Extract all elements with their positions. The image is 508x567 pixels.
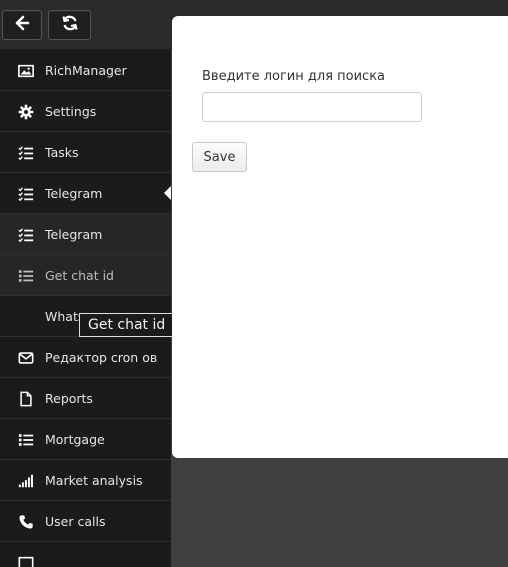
- phone-icon: [17, 513, 35, 531]
- list-icon: [17, 267, 35, 285]
- sidebar-item-tasks[interactable]: Tasks: [0, 132, 171, 173]
- sidebar-item-label: RichManager: [45, 63, 127, 78]
- sidebar-item-user-calls[interactable]: User calls: [0, 501, 171, 542]
- list-icon: [17, 431, 35, 449]
- sidebar: RichManager Settings Tasks Telegram Tele…: [0, 50, 171, 567]
- gear-icon: [17, 103, 35, 121]
- sidebar-item-telegram[interactable]: Telegram: [0, 173, 171, 214]
- sidebar-item-reports[interactable]: Reports: [0, 378, 171, 419]
- back-button[interactable]: [2, 10, 42, 40]
- checklist-icon: [17, 226, 35, 244]
- checklist-icon: [17, 185, 35, 203]
- refresh-button[interactable]: [48, 10, 91, 40]
- login-search-input[interactable]: [202, 92, 422, 122]
- sidebar-item-settings[interactable]: Settings: [0, 91, 171, 132]
- sidebar-item-label: Mortgage: [45, 432, 105, 447]
- arrow-left-icon: [13, 14, 31, 36]
- image-icon: [17, 62, 35, 80]
- sidebar-item-label: Settings: [45, 104, 97, 119]
- sidebar-item-label: Tasks: [45, 145, 79, 160]
- sidebar-item-richmanager[interactable]: RichManager: [0, 50, 171, 91]
- partial-icon: [17, 554, 35, 567]
- sidebar-item-label: Telegram: [45, 227, 103, 242]
- sidebar-item-label: Get chat id: [45, 268, 114, 283]
- sidebar-subitem-telegram[interactable]: Telegram: [0, 214, 171, 255]
- sidebar-subitem-get-chat-id[interactable]: Get chat id: [0, 255, 171, 296]
- sidebar-item-label: User calls: [45, 514, 106, 529]
- sidebar-item-mortgage[interactable]: Mortgage: [0, 419, 171, 460]
- sidebar-item-label: Редактор cron ов: [45, 350, 158, 365]
- refresh-icon: [61, 14, 79, 36]
- sidebar-item-label: Market analysis: [45, 473, 143, 488]
- sidebar-item-label: Reports: [45, 391, 93, 406]
- file-icon: [17, 390, 35, 408]
- signal-bars-icon: [17, 472, 35, 490]
- save-button[interactable]: Save: [192, 142, 247, 172]
- content-panel: Введите логин для поиска Save: [172, 16, 508, 458]
- sidebar-item-market-analysis[interactable]: Market analysis: [0, 460, 171, 501]
- envelope-icon: [17, 349, 35, 367]
- login-search-label: Введите логин для поиска: [202, 69, 386, 84]
- tooltip: Get chat id: [79, 313, 175, 337]
- checklist-icon: [17, 144, 35, 162]
- sidebar-item-partial[interactable]: [0, 542, 171, 567]
- sidebar-item-label: Telegram: [45, 186, 103, 201]
- sidebar-item-cron-editor[interactable]: Редактор cron ов: [0, 337, 171, 378]
